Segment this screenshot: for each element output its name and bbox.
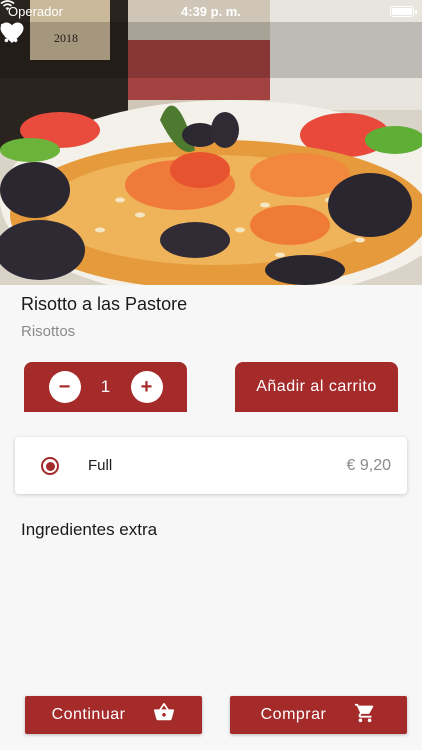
cart-icon — [354, 702, 376, 729]
decrease-quantity-button[interactable]: − — [48, 371, 81, 403]
quantity-value: 1 — [100, 377, 111, 396]
increase-quantity-button[interactable]: + — [130, 371, 163, 403]
extras-heading: Ingredientes extra — [21, 520, 158, 539]
quantity-stepper: − 1 + — [24, 362, 187, 412]
basket-icon — [153, 702, 175, 728]
top-app-bar — [0, 22, 422, 78]
size-option-card[interactable]: Full € 9,20 — [15, 437, 407, 494]
status-time: 4:39 p. m. — [181, 3, 241, 19]
cart-button[interactable] — [0, 23, 416, 72]
option-name: Full — [88, 457, 113, 474]
option-price: € 9,20 — [346, 457, 391, 474]
buy-label: Comprar — [260, 706, 327, 723]
battery-icon — [390, 5, 417, 17]
product-hero-image: 2018 Operador 4:39 p. m. — [0, 0, 422, 285]
option-radio-selected[interactable] — [41, 457, 59, 475]
favorite-button[interactable] — [0, 22, 372, 72]
buy-button[interactable]: Comprar — [230, 696, 407, 734]
add-to-cart-button[interactable]: Añadir al carrito — [235, 362, 398, 412]
status-bar: Operador 4:39 p. m. — [0, 0, 422, 22]
continue-button[interactable]: Continuar — [25, 696, 202, 734]
product-title: Risotto a las Pastore — [21, 294, 188, 314]
product-category: Risottos — [21, 323, 76, 340]
continue-label: Continuar — [51, 706, 126, 723]
minus-icon: − — [58, 376, 71, 398]
plus-icon: + — [140, 376, 153, 398]
